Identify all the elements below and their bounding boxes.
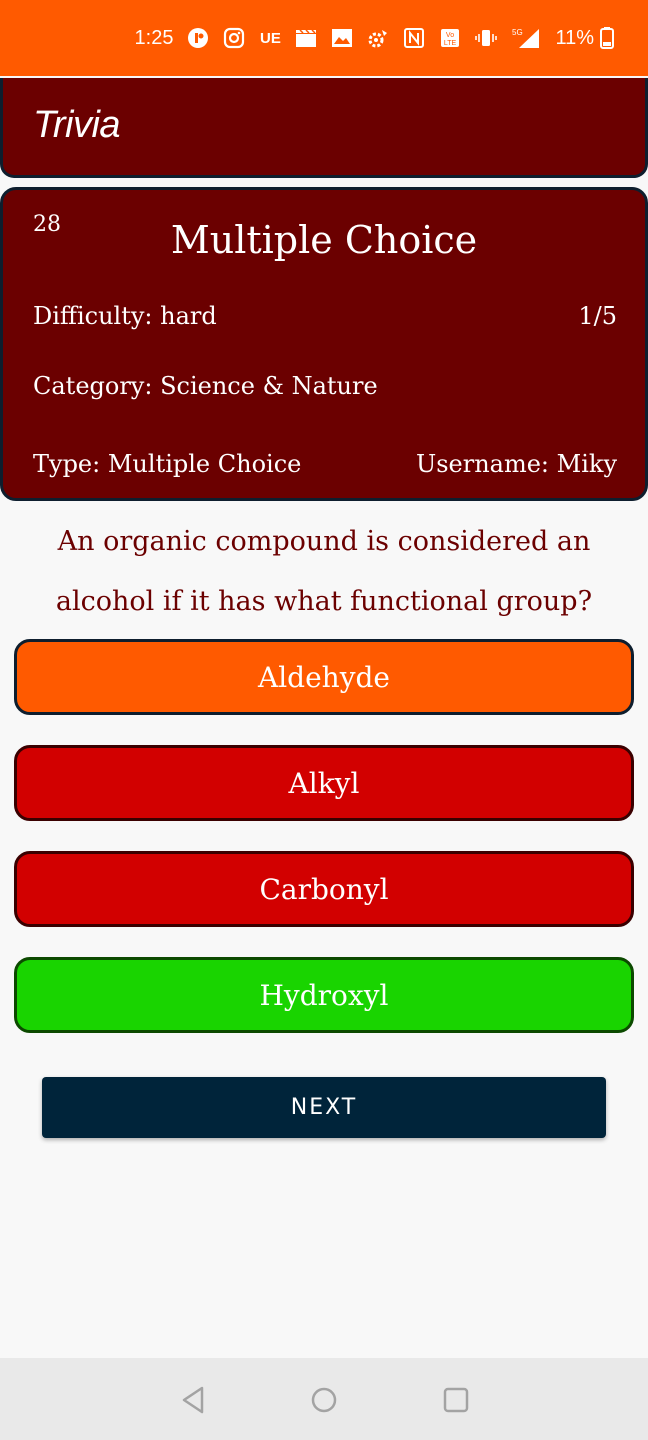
clapper-icon [295, 28, 317, 48]
image-icon [331, 28, 353, 48]
answer-button-carbonyl[interactable]: Carbonyl [14, 851, 634, 927]
next-button[interactable]: NEXT [42, 1077, 606, 1138]
status-time: 1:25 [134, 26, 174, 49]
volte-icon: Vo LTE [439, 27, 461, 49]
answer-label: Alkyl [288, 766, 360, 800]
battery-percent: 11% [555, 26, 594, 49]
media-icon [187, 27, 209, 49]
answer-label: Aldehyde [257, 660, 390, 694]
question-info-card: 28 Multiple Choice Difficulty: hard 1/5 … [0, 187, 648, 501]
answer-label: Carbonyl [259, 872, 389, 906]
nfc-icon [403, 27, 425, 49]
recents-icon[interactable] [441, 1385, 471, 1415]
ue-icon: UE [260, 29, 281, 47]
answer-button-hydroxyl[interactable]: Hydroxyl [14, 957, 634, 1033]
vibrate-icon [475, 27, 498, 49]
instagram-icon [223, 27, 245, 49]
navigation-bar [0, 1358, 648, 1440]
answer-button-alkyl[interactable]: Alkyl [14, 745, 634, 821]
answer-label: Hydroxyl [259, 978, 389, 1012]
settings-icon [367, 27, 389, 49]
home-icon[interactable] [309, 1385, 339, 1415]
svg-text:LTE: LTE [444, 40, 457, 47]
question-text: An organic compound is considered an alc… [55, 526, 593, 617]
app-title: Trivia [33, 104, 121, 146]
category-label: Category: Science & Nature [33, 372, 378, 400]
username-label: Username: Miky [415, 450, 617, 478]
type-label: Type: Multiple Choice [33, 450, 302, 478]
question-progress: 1/5 [578, 302, 617, 330]
svg-text:Vo: Vo [446, 32, 454, 39]
app-bar: Trivia [0, 78, 648, 178]
battery-icon [600, 27, 614, 49]
status-bar: 1:25 UE Vo LTE 5G 11% [0, 0, 648, 76]
difficulty-label: Difficulty: hard [33, 302, 217, 330]
question-type-title: Multiple Choice [170, 218, 478, 262]
network-label: 5G [512, 28, 523, 37]
answer-button-aldehyde[interactable]: Aldehyde [14, 639, 634, 715]
signal-icon: 5G [511, 27, 541, 49]
back-icon[interactable] [178, 1385, 208, 1415]
